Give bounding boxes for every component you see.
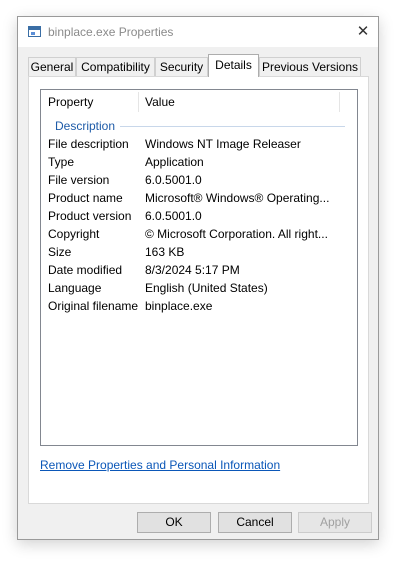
property-name: Copyright [48,227,100,241]
property-value: binplace.exe [145,299,213,313]
property-value: 8/3/2024 5:17 PM [145,263,240,277]
title-bar: binplace.exe Properties ✕ [18,17,378,47]
property-name: Original filename [48,299,139,313]
table-row[interactable]: Type Application [41,153,357,171]
property-value: 6.0.5001.0 [145,209,202,223]
column-header-property[interactable]: Property [41,90,138,114]
tab-general[interactable]: General [28,57,76,76]
table-row[interactable]: File version 6.0.5001.0 [41,171,357,189]
apply-button[interactable]: Apply [298,512,372,533]
property-name: Type [48,155,75,169]
group-divider [120,126,345,127]
property-value: Microsoft® Windows® Operating... [145,191,330,205]
table-row[interactable]: Date modified 8/3/2024 5:17 PM [41,261,357,279]
table-row[interactable]: File description Windows NT Image Releas… [41,135,357,153]
property-value: English (United States) [145,281,268,295]
property-value: Windows NT Image Releaser [145,137,301,151]
ok-button[interactable]: OK [137,512,211,533]
property-name: Size [48,245,72,259]
property-name: File version [48,173,110,187]
tab-previous-versions[interactable]: Previous Versions [259,57,361,76]
table-row[interactable]: Product name Microsoft® Windows® Operati… [41,189,357,207]
window-title: binplace.exe Properties [48,25,174,39]
table-row[interactable]: Product version 6.0.5001.0 [41,207,357,225]
property-value: © Microsoft Corporation. All right... [145,227,328,241]
tab-compatibility[interactable]: Compatibility [76,57,155,76]
table-row[interactable]: Size 163 KB [41,243,357,261]
column-divider[interactable] [339,92,340,112]
property-value: 6.0.5001.0 [145,173,202,187]
tab-strip: General Compatibility Security Details P… [28,54,368,77]
property-name: File description [48,137,129,151]
tab-security[interactable]: Security [155,57,208,76]
table-row[interactable]: Language English (United States) [41,279,357,297]
close-button[interactable]: ✕ [348,17,378,47]
list-header: Property Value [41,90,357,115]
properties-dialog: binplace.exe Properties ✕ General Compat… [17,16,379,540]
property-name: Product name [48,191,123,205]
table-row[interactable]: Original filename binplace.exe [41,297,357,315]
details-panel: Property Value Description File descript… [28,76,369,504]
property-value: Application [145,155,204,169]
application-icon [28,26,41,37]
table-row[interactable]: Copyright © Microsoft Corporation. All r… [41,225,357,243]
tab-details[interactable]: Details [208,54,259,77]
property-value: 163 KB [145,245,185,259]
cancel-button[interactable]: Cancel [218,512,292,533]
group-header-description[interactable]: Description [55,117,115,135]
property-name: Language [48,281,102,295]
property-name: Date modified [48,263,123,277]
column-header-value[interactable]: Value [138,90,338,114]
property-name: Product version [48,209,132,223]
details-list[interactable]: Property Value Description File descript… [40,89,358,446]
remove-properties-link[interactable]: Remove Properties and Personal Informati… [40,458,280,472]
